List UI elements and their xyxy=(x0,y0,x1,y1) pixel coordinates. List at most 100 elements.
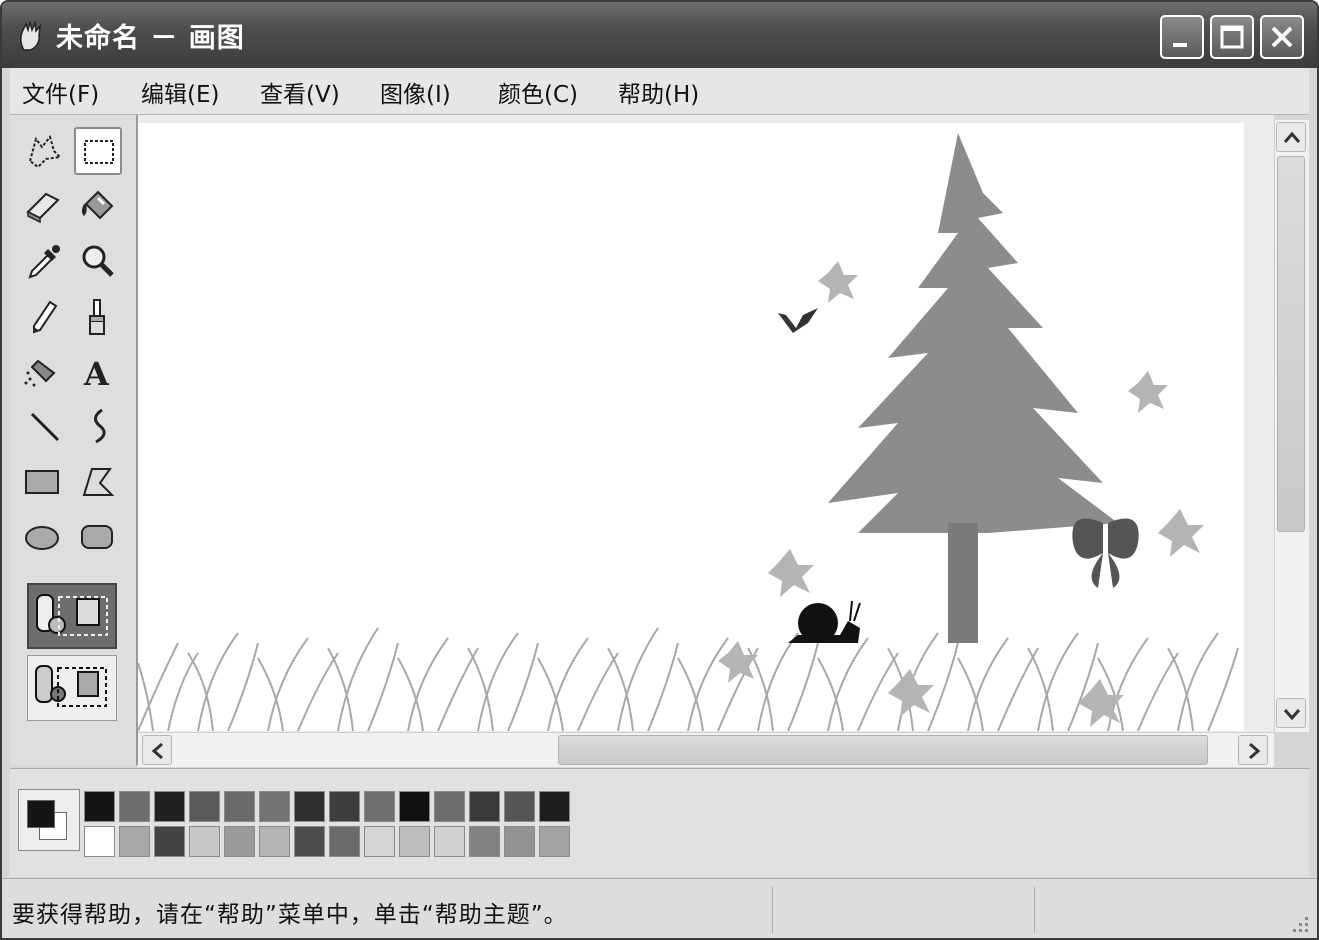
title-bar[interactable]: 未命名 － 画图 xyxy=(2,2,1317,68)
brush-tool[interactable] xyxy=(74,292,122,340)
magnifier-tool[interactable] xyxy=(74,237,122,285)
ellipse-icon xyxy=(25,526,59,550)
color-swatch[interactable] xyxy=(469,826,500,857)
maximize-button[interactable] xyxy=(1210,15,1254,59)
color-swatch[interactable] xyxy=(119,826,150,857)
rounded-rectangle-tool[interactable] xyxy=(74,512,122,560)
transparent-selection-option[interactable] xyxy=(27,655,117,721)
free-form-select-icon xyxy=(28,134,63,169)
color-swatch[interactable] xyxy=(119,791,150,822)
pencil-tool[interactable] xyxy=(20,292,68,340)
color-swatch[interactable] xyxy=(364,826,395,857)
opaque-selection-option[interactable] xyxy=(27,583,117,649)
scroll-down-button[interactable] xyxy=(1276,698,1306,728)
close-icon xyxy=(1271,26,1293,48)
color-swatch[interactable] xyxy=(224,791,255,822)
polygon-tool[interactable] xyxy=(74,457,122,505)
color-swatch[interactable] xyxy=(434,826,465,857)
horizontal-scroll-thumb[interactable] xyxy=(558,735,1208,765)
color-swatch[interactable] xyxy=(399,826,430,857)
transparent-selection-icon xyxy=(35,665,107,707)
snail-artwork xyxy=(788,600,861,643)
rounded-rectangle-icon xyxy=(81,525,113,549)
menu-colors[interactable]: 颜色(C) xyxy=(498,75,578,109)
fill-bucket-icon xyxy=(82,190,114,220)
close-button[interactable] xyxy=(1260,15,1304,59)
minimize-icon xyxy=(1173,43,1187,47)
color-swatch[interactable] xyxy=(539,826,570,857)
resize-grip-icon[interactable] xyxy=(1287,911,1311,935)
minimize-button[interactable] xyxy=(1160,15,1204,59)
rectangle-tool[interactable] xyxy=(20,457,68,505)
scroll-right-button[interactable] xyxy=(1238,735,1268,765)
polygon-icon xyxy=(82,468,115,496)
color-swatch[interactable] xyxy=(84,791,115,822)
color-swatch[interactable] xyxy=(154,826,185,857)
color-swatch[interactable] xyxy=(364,791,395,822)
tool-box: A xyxy=(10,115,138,765)
magnifier-icon xyxy=(82,245,114,277)
menu-file[interactable]: 文件(F) xyxy=(22,75,99,109)
status-cell-position xyxy=(772,887,773,933)
drawing-canvas[interactable] xyxy=(137,123,1244,732)
color-swatch[interactable] xyxy=(259,791,290,822)
fill-bucket-tool[interactable] xyxy=(74,182,122,230)
pick-color-tool[interactable] xyxy=(20,237,68,285)
color-box xyxy=(10,768,1309,877)
color-swatch[interactable] xyxy=(294,791,325,822)
scroll-left-button[interactable] xyxy=(142,735,172,765)
text-icon: A xyxy=(83,355,110,393)
foreground-color xyxy=(27,800,55,828)
menu-view[interactable]: 查看(V) xyxy=(260,75,340,109)
canvas-area xyxy=(137,115,1274,732)
color-swatch[interactable] xyxy=(504,826,535,857)
horizontal-scrollbar[interactable] xyxy=(138,732,1274,767)
color-swatch[interactable] xyxy=(189,826,220,857)
curve-tool[interactable] xyxy=(74,402,122,450)
color-swatch[interactable] xyxy=(504,791,535,822)
paint-app-icon xyxy=(20,20,41,51)
bird-artwork xyxy=(778,308,818,333)
pencil-icon xyxy=(33,300,58,334)
color-swatch[interactable] xyxy=(329,826,360,857)
pick-color-icon xyxy=(28,245,60,279)
chevron-down-icon xyxy=(1283,709,1301,721)
line-tool[interactable] xyxy=(20,402,68,450)
rectangle-select-icon xyxy=(84,140,114,164)
scroll-up-button[interactable] xyxy=(1276,122,1306,152)
current-colors[interactable] xyxy=(18,789,80,851)
color-swatch[interactable] xyxy=(539,791,570,822)
color-swatch[interactable] xyxy=(399,791,430,822)
ellipse-tool[interactable] xyxy=(20,512,68,560)
color-swatch[interactable] xyxy=(189,791,220,822)
status-bar: 要获得帮助，请在“帮助”菜单中，单击“帮助主题”。 xyxy=(2,878,1317,938)
free-form-select-tool[interactable] xyxy=(20,127,68,175)
menu-image[interactable]: 图像(I) xyxy=(380,75,451,109)
vertical-scrollbar[interactable] xyxy=(1274,120,1309,732)
color-swatch[interactable] xyxy=(329,791,360,822)
vertical-scroll-thumb[interactable] xyxy=(1277,156,1305,532)
brush-icon xyxy=(89,299,105,335)
menu-edit[interactable]: 编辑(E) xyxy=(141,75,219,109)
color-swatch[interactable] xyxy=(224,826,255,857)
opaque-selection-icon xyxy=(36,594,108,636)
menu-help[interactable]: 帮助(H) xyxy=(618,75,699,109)
color-swatch[interactable] xyxy=(294,826,325,857)
airbrush-icon xyxy=(24,359,56,387)
color-swatch[interactable] xyxy=(469,791,500,822)
color-swatch[interactable] xyxy=(84,826,115,857)
airbrush-tool[interactable] xyxy=(20,347,68,395)
color-swatch[interactable] xyxy=(154,791,185,822)
rectangle-icon xyxy=(25,470,59,494)
eraser-tool[interactable] xyxy=(20,182,68,230)
svg-text:A: A xyxy=(83,355,110,393)
rectangle-select-tool[interactable] xyxy=(74,127,122,175)
line-icon xyxy=(30,412,60,442)
color-swatch[interactable] xyxy=(434,791,465,822)
color-swatch[interactable] xyxy=(259,826,290,857)
status-help-text: 要获得帮助，请在“帮助”菜单中，单击“帮助主题”。 xyxy=(12,902,568,928)
chevron-up-icon xyxy=(1283,131,1301,143)
text-tool[interactable]: A xyxy=(74,347,122,395)
chevron-right-icon xyxy=(1249,742,1261,760)
curve-icon xyxy=(94,408,106,444)
